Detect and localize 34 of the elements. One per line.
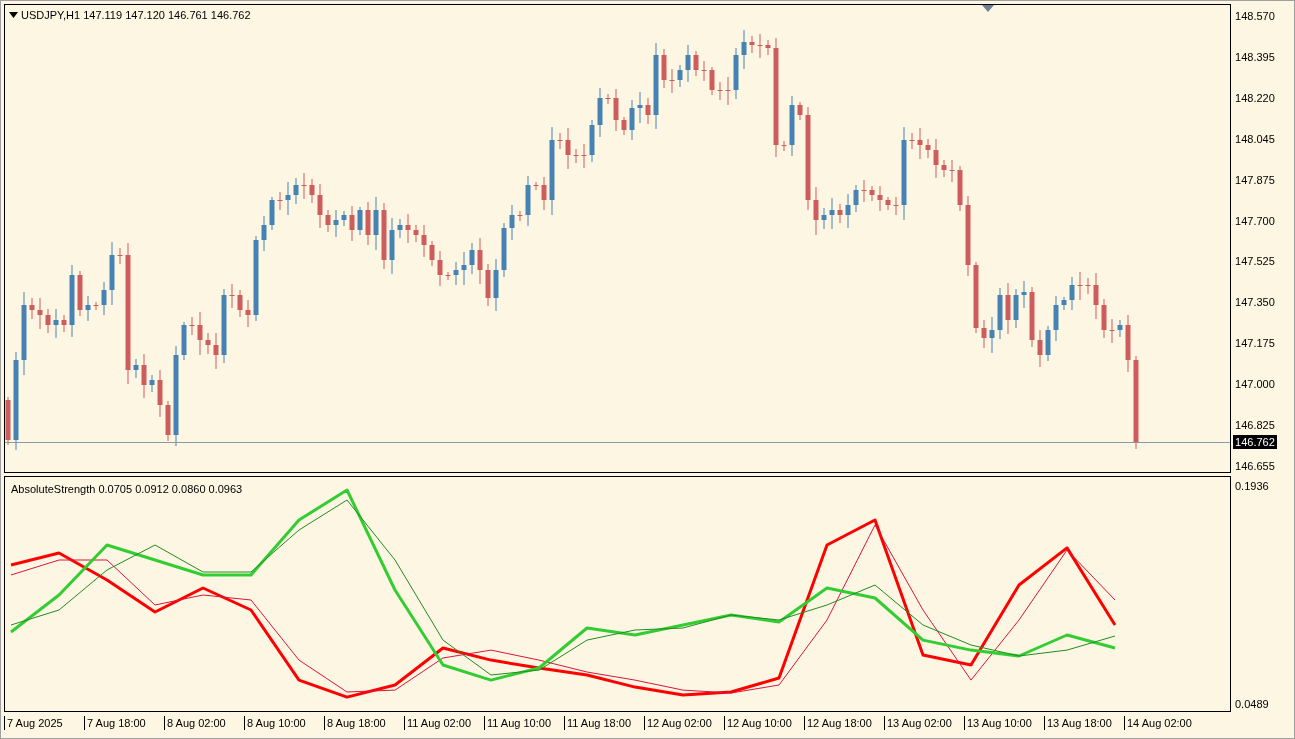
time-axis-label: 13 Aug 18:00: [1044, 716, 1124, 730]
price-axis-label: 147.175: [1235, 336, 1276, 351]
time-axis-label: 11 Aug 10:00: [484, 716, 564, 730]
price-axis-label: 148.570: [1235, 9, 1276, 23]
time-axis-label: 13 Aug 02:00: [884, 716, 964, 730]
price-axis-label: 148.220: [1235, 90, 1276, 105]
price-axis-label: 147.875: [1235, 172, 1276, 187]
time-axis-label: 8 Aug 18:00: [324, 716, 404, 730]
indicator-axis-label: 0.1936: [1235, 479, 1270, 493]
dropdown-triangle-icon[interactable]: [9, 12, 18, 19]
time-axis-label: 8 Aug 02:00: [164, 716, 244, 730]
price-axis-label: 146.655: [1235, 458, 1276, 473]
time-axis-label: 14 Aug 02:00: [1124, 716, 1204, 730]
chart-header: USDJPY,H1 147.119 147.120 146.761 146.762: [21, 8, 251, 23]
time-axis-label: 11 Aug 18:00: [564, 716, 644, 730]
time-axis-label: 7 Aug 2025: [4, 716, 84, 730]
time-axis-label: 8 Aug 10:00: [244, 716, 324, 730]
time-axis-label: 13 Aug 10:00: [964, 716, 1044, 730]
indicator-header: AbsoluteStrength 0.0705 0.0912 0.0860 0.0963: [11, 482, 243, 497]
current-price-label: 146.762: [1233, 435, 1277, 449]
time-axis-label: 7 Aug 18:00: [84, 716, 164, 730]
price-axis-label: 147.350: [1235, 295, 1276, 310]
time-axis-label: 12 Aug 10:00: [724, 716, 804, 730]
price-axis-label: 147.525: [1235, 254, 1276, 269]
price-axis-label: 148.045: [1235, 131, 1276, 146]
price-axis-label: 146.825: [1235, 418, 1276, 433]
time-axis-label: 12 Aug 02:00: [644, 716, 724, 730]
time-axis-label: 12 Aug 18:00: [804, 716, 884, 730]
price-axis-label: 147.000: [1235, 377, 1276, 392]
price-axis-label: 148.395: [1235, 49, 1276, 64]
price-axis-label: 147.700: [1235, 213, 1276, 228]
time-axis-label: 11 Aug 02:00: [404, 716, 484, 730]
indicator-axis-label: 0.0489: [1235, 697, 1270, 711]
shift-marker-icon[interactable]: [982, 5, 994, 12]
